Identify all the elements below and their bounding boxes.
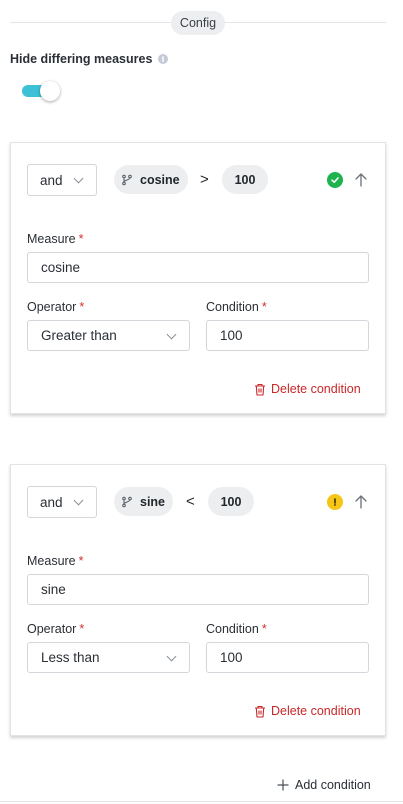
config-section-label: Config bbox=[171, 11, 225, 35]
condition-card: and cosine > 100 Measure * cosine Operato… bbox=[10, 142, 386, 414]
required-mark: * bbox=[261, 300, 267, 314]
trash-icon bbox=[255, 705, 265, 718]
bottom-divider bbox=[0, 801, 403, 802]
hide-differing-row: Hide differing measures bbox=[10, 52, 169, 66]
delete-condition-button[interactable]: Delete condition bbox=[254, 382, 361, 396]
operator-select[interactable]: Greater than bbox=[27, 320, 190, 351]
measure-input[interactable]: cosine bbox=[27, 252, 369, 283]
operator-select-value: Less than bbox=[41, 650, 100, 665]
condition-input[interactable]: 100 bbox=[206, 320, 369, 351]
required-mark: * bbox=[79, 300, 85, 314]
arrow-up-icon[interactable] bbox=[351, 492, 371, 512]
operator-select[interactable]: Less than bbox=[27, 642, 190, 673]
measure-chip: cosine bbox=[114, 165, 188, 194]
required-mark: * bbox=[261, 622, 267, 636]
branch-icon bbox=[122, 496, 132, 507]
info-icon[interactable] bbox=[158, 54, 169, 64]
chevron-down-icon bbox=[73, 173, 84, 184]
hide-differing-toggle[interactable] bbox=[22, 81, 60, 101]
toggle-knob bbox=[40, 81, 60, 101]
chevron-down-icon bbox=[73, 495, 84, 506]
measure-label: Measure * bbox=[27, 554, 84, 568]
trash-icon bbox=[255, 383, 265, 396]
operator-symbol: > bbox=[200, 171, 209, 188]
measure-input[interactable]: sine bbox=[27, 574, 369, 605]
delete-condition-button[interactable]: Delete condition bbox=[254, 704, 361, 718]
hide-differing-label: Hide differing measures bbox=[10, 52, 153, 66]
operator-label: Operator * bbox=[27, 300, 85, 314]
condition-label: Condition * bbox=[206, 622, 267, 636]
delete-condition-label: Delete condition bbox=[271, 704, 361, 718]
condition-card: and sine < 100 Measure * sine Operator * L… bbox=[10, 464, 386, 736]
logic-select[interactable]: and bbox=[27, 486, 97, 518]
add-condition-label: Add condition bbox=[295, 778, 371, 792]
value-chip: 100 bbox=[208, 487, 254, 516]
logic-select-value: and bbox=[40, 172, 63, 188]
chevron-down-icon bbox=[166, 651, 177, 662]
condition-label: Condition * bbox=[206, 300, 267, 314]
check-circle-icon bbox=[327, 172, 343, 188]
warning-circle-icon bbox=[327, 494, 343, 510]
operator-label: Operator * bbox=[27, 622, 85, 636]
measure-chip-label: sine bbox=[140, 494, 166, 509]
required-mark: * bbox=[78, 232, 84, 246]
delete-condition-label: Delete condition bbox=[271, 382, 361, 396]
measure-label: Measure * bbox=[27, 232, 84, 246]
required-mark: * bbox=[79, 622, 85, 636]
branch-icon bbox=[122, 174, 132, 185]
value-chip: 100 bbox=[222, 165, 268, 194]
condition-input[interactable]: 100 bbox=[206, 642, 369, 673]
operator-symbol: < bbox=[186, 493, 195, 510]
arrow-up-icon[interactable] bbox=[351, 170, 371, 190]
plus-icon bbox=[277, 779, 289, 791]
required-mark: * bbox=[78, 554, 84, 568]
add-condition-button[interactable]: Add condition bbox=[277, 778, 371, 792]
chevron-down-icon bbox=[166, 329, 177, 340]
operator-select-value: Greater than bbox=[41, 328, 117, 343]
measure-chip: sine bbox=[114, 487, 173, 516]
measure-chip-label: cosine bbox=[140, 172, 180, 187]
logic-select-value: and bbox=[40, 494, 63, 510]
logic-select[interactable]: and bbox=[27, 164, 97, 196]
